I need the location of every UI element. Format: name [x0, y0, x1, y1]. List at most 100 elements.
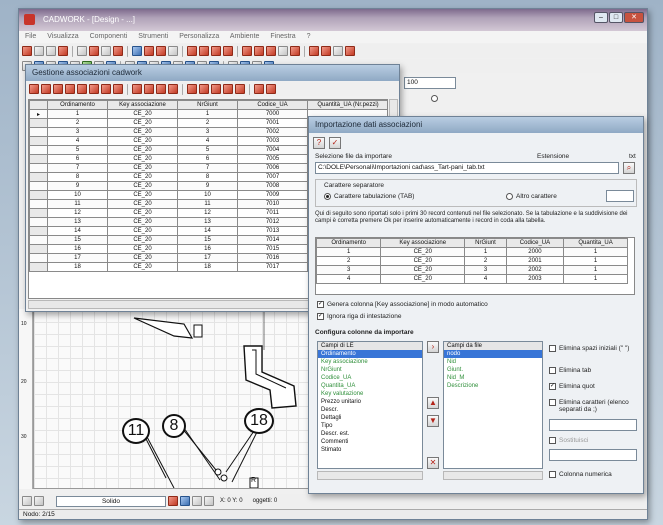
row-header[interactable] [29, 127, 48, 137]
table-cell[interactable]: 7002 [237, 127, 308, 137]
list-item[interactable]: nodo [444, 350, 542, 358]
table-cell[interactable]: 7011 [237, 208, 308, 218]
col-key-associazione[interactable]: Key associazione [107, 100, 178, 110]
list-item[interactable]: Nid [444, 358, 542, 366]
table-cell[interactable]: 4 [177, 136, 238, 146]
table-cell[interactable]: 11 [47, 199, 108, 209]
table-cell[interactable]: 14 [47, 226, 108, 236]
table-cell[interactable]: 8 [177, 172, 238, 182]
settings-icon[interactable] [254, 84, 264, 94]
list-item[interactable]: Giunt. [444, 366, 542, 374]
cut-icon[interactable] [77, 46, 87, 56]
list-item[interactable]: Ordinamento [318, 350, 422, 358]
list-item[interactable]: Key associazione [318, 358, 422, 366]
opt-del-spaces-checkbox[interactable] [549, 345, 556, 352]
table-cell[interactable]: 7 [47, 163, 108, 173]
row-header[interactable] [29, 181, 48, 191]
opt-del-tab-checkbox[interactable] [549, 367, 556, 374]
menu-finestra[interactable]: Finestra [270, 33, 295, 40]
table-cell[interactable]: CE_20 [107, 118, 178, 128]
help-icon[interactable] [29, 84, 39, 94]
right-fields-list[interactable]: Campi da file nodo Nid Giunt. Nid_M Descrizi… [443, 341, 543, 469]
table-cell[interactable]: 7000 [237, 109, 308, 119]
dialog-help-icon[interactable]: ? [313, 137, 325, 149]
export-table-icon[interactable] [199, 84, 209, 94]
table-cell[interactable]: CE_20 [107, 235, 178, 245]
pencil-icon[interactable] [333, 46, 343, 56]
del-chars-field[interactable] [549, 419, 637, 431]
file-path-field[interactable]: C:\DOLE\Personali\Importazioni cad\ass_T… [315, 162, 619, 174]
text-mode-icon[interactable] [34, 496, 44, 506]
sep-other-field[interactable] [606, 190, 634, 202]
table-cell[interactable]: 15 [177, 235, 238, 245]
list-item[interactable]: Dettagli [318, 414, 422, 422]
col-quantita-ua[interactable]: Quantità_UA (Nr.pezzi) [307, 100, 387, 110]
next-record-icon[interactable] [65, 84, 75, 94]
list-item[interactable]: Prezzo unitario [318, 398, 422, 406]
sostituisci-field[interactable] [549, 449, 637, 461]
table-cell[interactable]: CE_20 [107, 199, 178, 209]
table-cell[interactable]: CE_20 [107, 127, 178, 137]
table-cell[interactable]: 13 [177, 217, 238, 227]
menu-help[interactable]: ? [307, 33, 311, 40]
table-cell[interactable]: CE_20 [107, 145, 178, 155]
table-cell[interactable]: 18 [177, 262, 238, 272]
print-table-icon[interactable] [168, 84, 178, 94]
new-icon[interactable] [22, 46, 32, 56]
circle-icon[interactable] [266, 46, 276, 56]
row-header[interactable] [29, 199, 48, 209]
list-item[interactable]: Codice_UA [318, 374, 422, 382]
opt-del-quote-checkbox[interactable]: ✓ [549, 383, 556, 390]
save-icon[interactable] [46, 46, 56, 56]
table-cell[interactable]: 7007 [237, 172, 308, 182]
arc-icon[interactable] [278, 46, 288, 56]
col-nrgiunt[interactable]: NrGiunt [177, 100, 238, 110]
list-item[interactable]: Descrizione [444, 382, 542, 390]
table-cell[interactable]: 5 [177, 145, 238, 155]
table-cell[interactable]: 12 [47, 208, 108, 218]
remove-field-icon[interactable]: ✕ [427, 457, 439, 469]
table-cell[interactable]: 16 [177, 244, 238, 254]
row-header[interactable] [29, 217, 48, 227]
row-header[interactable] [29, 235, 48, 245]
edit-record-icon[interactable] [113, 84, 123, 94]
table-cell[interactable]: 7015 [237, 244, 308, 254]
table-cell[interactable]: CE_20 [107, 208, 178, 218]
opt-del-chars-checkbox[interactable] [549, 399, 556, 406]
table-cell[interactable]: 16 [47, 244, 108, 254]
table-cell[interactable]: 7016 [237, 253, 308, 263]
sort-icon[interactable] [132, 84, 142, 94]
opt-sostituisci-checkbox[interactable] [549, 437, 556, 444]
table-cell[interactable]: 4 [47, 136, 108, 146]
line-icon[interactable] [242, 46, 252, 56]
row-header[interactable] [29, 154, 48, 164]
block-icon[interactable] [321, 46, 331, 56]
menu-strumenti[interactable]: Strumenti [138, 33, 168, 40]
left-fields-list[interactable]: Campi di LE Ordinamento Key associazione N… [317, 341, 423, 469]
opt-ignore-checkbox[interactable]: ✓ [317, 313, 324, 320]
view-radio[interactable] [431, 95, 438, 102]
zoom-combo[interactable]: 100 [404, 77, 456, 89]
menu-personalizza[interactable]: Personalizza [179, 33, 219, 40]
table-cell[interactable]: 7014 [237, 235, 308, 245]
col-codice-ua[interactable]: Codice_UA [237, 100, 308, 110]
menu-componenti[interactable]: Componenti [90, 33, 128, 40]
minimize-button[interactable]: – [594, 12, 608, 23]
move-up-icon[interactable]: ▲ [427, 397, 439, 409]
table-cell[interactable]: 7006 [237, 163, 308, 173]
table-cell[interactable]: CE_20 [107, 226, 178, 236]
table-cell[interactable]: CE_20 [107, 109, 178, 119]
table-cell[interactable]: 9 [47, 181, 108, 191]
close-button[interactable]: ✕ [624, 12, 644, 23]
row-header[interactable] [29, 244, 48, 254]
table-cell[interactable]: CE_20 [107, 163, 178, 173]
find-icon[interactable] [156, 84, 166, 94]
table-cell[interactable]: CE_20 [107, 136, 178, 146]
first-record-icon[interactable] [41, 84, 51, 94]
layer-icon[interactable] [187, 46, 197, 56]
table-cell[interactable]: 9 [177, 181, 238, 191]
delete-record-icon[interactable] [101, 84, 111, 94]
snap-icon[interactable] [199, 46, 209, 56]
table-cell[interactable]: 7008 [237, 181, 308, 191]
filter-records-icon[interactable] [144, 84, 154, 94]
